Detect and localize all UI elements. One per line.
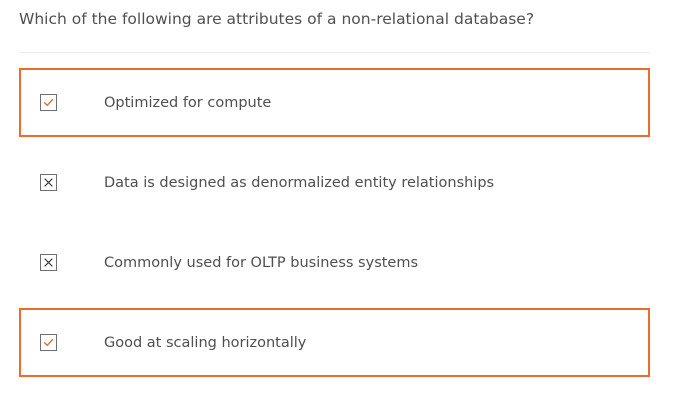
answer-checkbox[interactable]	[40, 174, 57, 191]
x-icon	[44, 258, 53, 267]
answer-label: Good at scaling horizontally	[104, 335, 307, 351]
check-icon	[43, 338, 54, 346]
check-icon	[43, 98, 54, 106]
answer-option-scaling-horizontally[interactable]: Good at scaling horizontally	[19, 308, 650, 377]
answer-label: Commonly used for OLTP business systems	[104, 255, 419, 271]
answer-label: Data is designed as denormalized entity …	[104, 175, 495, 191]
answer-checkbox[interactable]	[40, 334, 57, 351]
answer-options: Optimized for compute Data is designed a…	[0, 0, 695, 403]
x-icon	[44, 178, 53, 187]
answer-label: Optimized for compute	[104, 95, 272, 111]
answer-option-oltp-business-systems[interactable]: Commonly used for OLTP business systems	[19, 228, 650, 297]
answer-option-denormalized-entity-relationships[interactable]: Data is designed as denormalized entity …	[19, 148, 650, 217]
answer-option-optimized-for-compute[interactable]: Optimized for compute	[19, 68, 650, 137]
answer-checkbox[interactable]	[40, 94, 57, 111]
answer-checkbox[interactable]	[40, 254, 57, 271]
